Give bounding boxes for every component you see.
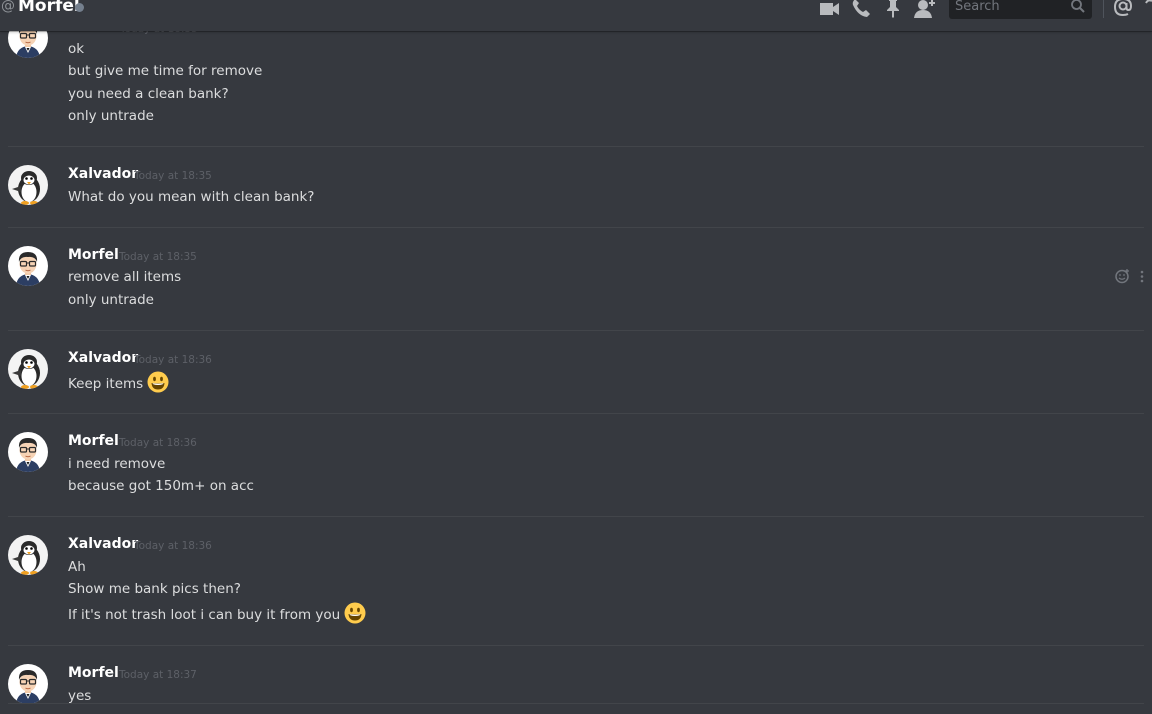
channel-name[interactable]: Morfel <box>18 0 80 16</box>
message-divider <box>8 413 1144 414</box>
message-text: Keep items <box>68 376 144 392</box>
message-divider <box>8 645 1144 646</box>
message-timestamp: Today at 18:36 <box>134 354 212 366</box>
message-divider <box>8 227 1144 228</box>
avatar[interactable] <box>8 535 48 575</box>
message-text: i need remove <box>68 456 166 472</box>
message-author[interactable]: Xalvador <box>68 536 138 552</box>
avatar[interactable] <box>8 246 48 286</box>
message-text: What do you mean with clean bank? <box>68 189 315 205</box>
status-indicator <box>75 3 84 12</box>
smiley-emoji-icon <box>147 371 169 393</box>
message-text: you need a clean bank? <box>68 86 229 102</box>
message-text: because got 150m+ on acc <box>68 478 254 494</box>
message-author[interactable]: Morfel <box>68 665 119 681</box>
message-text: If it's not trash loot i can buy it from… <box>68 607 341 623</box>
message-author[interactable]: Xalvador <box>68 166 138 182</box>
avatar[interactable] <box>8 664 48 704</box>
message-text: Ah <box>68 559 86 575</box>
add-reaction-icon[interactable] <box>1115 269 1129 284</box>
avatar[interactable] <box>8 349 48 389</box>
message-timestamp: Today at 18:36 <box>119 437 197 449</box>
message-author[interactable]: Morfel <box>68 247 119 263</box>
search-box[interactable]: Search <box>949 0 1092 19</box>
message-divider <box>8 703 1144 704</box>
message-divider <box>8 146 1144 147</box>
message-line: If it's not trash loot i can buy it from… <box>68 604 366 626</box>
message-line: Keep items <box>68 373 169 395</box>
message-text: remove all items <box>68 269 182 285</box>
message-timestamp: Today at 18:35 <box>134 170 212 182</box>
message-text: but give me time for remove <box>68 63 263 79</box>
video-call-icon[interactable] <box>818 0 842 19</box>
message-timestamp: Today at 18:36 <box>134 540 212 552</box>
message-text: Show me bank pics then? <box>68 581 241 597</box>
message-timestamp: Today at 18:35 <box>119 251 197 263</box>
add-friend-icon[interactable] <box>913 0 937 19</box>
message-text: only untrade <box>68 292 154 308</box>
message-text: only untrade <box>68 108 154 124</box>
smiley-emoji-icon <box>344 602 366 624</box>
message-hover-actions <box>1114 268 1150 288</box>
header-divider <box>1103 0 1104 18</box>
message-text: yes <box>68 688 92 704</box>
pin-icon[interactable] <box>881 0 905 19</box>
dm-at-symbol: @ <box>1 0 15 14</box>
chat-app: @ Morfel Search Morfel <box>0 0 1152 714</box>
avatar[interactable] <box>8 165 48 205</box>
message-divider <box>8 330 1144 331</box>
message-divider <box>8 516 1144 517</box>
message-author[interactable]: Xalvador <box>68 350 138 366</box>
more-options-icon[interactable] <box>1140 270 1144 283</box>
message-author[interactable]: Morfel <box>68 433 119 449</box>
avatar[interactable] <box>8 432 48 472</box>
search-icon[interactable] <box>1070 0 1086 14</box>
mention-icon[interactable] <box>1112 0 1136 19</box>
channel-header: @ Morfel Search <box>0 0 1152 31</box>
message-timestamp: Today at 18:37 <box>119 669 197 681</box>
search-input[interactable]: Search <box>955 0 1000 14</box>
voice-call-icon[interactable] <box>849 0 873 19</box>
help-icon[interactable] <box>1140 0 1152 19</box>
message-text: ok <box>68 41 85 57</box>
